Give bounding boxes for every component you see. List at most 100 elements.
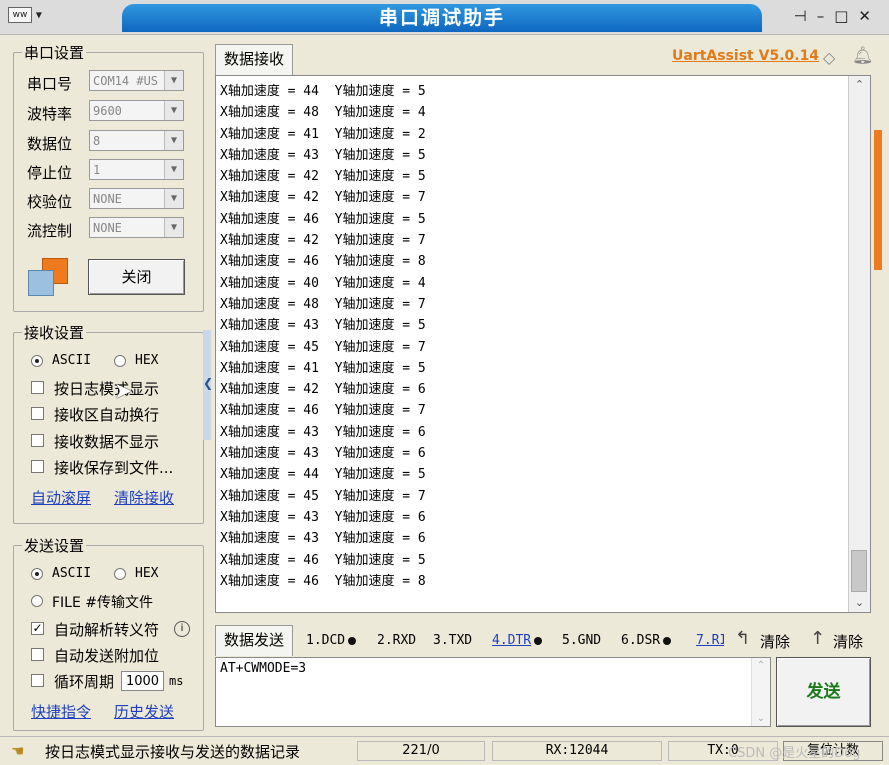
port-status-icon — [28, 258, 68, 298]
recv-hide-label: 接收数据不显示 — [54, 433, 160, 451]
receive-line: X轴加速度 = 43 Y轴加速度 = 6 — [220, 424, 426, 440]
recv-log-mode-checkbox[interactable] — [31, 381, 44, 394]
field-label-stopbits: 停止位 — [27, 164, 73, 182]
dcd-indicator-icon — [348, 636, 357, 645]
field-label-baud: 波特率 — [27, 105, 73, 123]
recv-wrap-label: 接收区自动换行 — [54, 406, 160, 424]
scroll-up-icon[interactable]: ⌃ — [752, 660, 770, 671]
recv-save-checkbox[interactable] — [31, 460, 44, 473]
send-file-label: FILE #传输文件 — [52, 595, 154, 611]
signal-dtr[interactable]: 4.DTR — [492, 633, 543, 648]
port-select[interactable]: COM14 #US ▼ — [89, 70, 184, 91]
send-settings-title: 发送设置 — [22, 535, 87, 556]
recv-hex-radio[interactable] — [114, 355, 126, 367]
chevron-down-icon: ▼ — [164, 218, 183, 237]
history-link[interactable]: 历史发送 — [114, 701, 174, 722]
close-icon[interactable]: ✕ — [858, 7, 881, 25]
dsr-indicator-icon — [663, 636, 672, 645]
signal-txd: 3.TXD — [433, 633, 473, 648]
info-icon[interactable]: i — [174, 621, 190, 637]
signal-dcd: 1.DCD — [306, 633, 357, 648]
maximize-icon[interactable]: □ — [834, 7, 858, 25]
send-file-radio[interactable] — [31, 595, 43, 607]
loop-period-checkbox[interactable] — [31, 674, 44, 687]
receive-line: X轴加速度 = 43 Y轴加速度 = 5 — [220, 318, 426, 334]
chevron-down-icon: ▼ — [164, 160, 183, 179]
clear-receive-link[interactable]: 清除接收 — [114, 487, 174, 508]
loop-period-label: 循环周期 — [54, 673, 115, 691]
signal-dtr-label: 4.DTR — [492, 633, 532, 648]
window-title: 串口调试助手 — [122, 4, 762, 32]
close-port-button[interactable]: 关闭 — [88, 259, 185, 295]
clear-up-icon: ↑ — [810, 628, 826, 649]
clear-send-button-2[interactable]: 清除 — [833, 631, 863, 652]
shortcuts-link[interactable]: 快捷指令 — [31, 701, 91, 722]
minimize-icon[interactable]: – — [817, 7, 835, 25]
receive-line: X轴加速度 = 48 Y轴加速度 = 7 — [220, 296, 426, 312]
receive-line: X轴加速度 = 41 Y轴加速度 = 5 — [220, 360, 426, 376]
clear-send-button-1[interactable]: 清除 — [760, 631, 790, 652]
send-scrollbar[interactable]: ⌃ ⌄ — [751, 658, 770, 726]
receive-line: X轴加速度 = 46 Y轴加速度 = 8 — [220, 254, 426, 270]
send-hex-radio[interactable] — [114, 568, 126, 580]
recv-wrap-checkbox[interactable] — [31, 407, 44, 420]
append-bits-checkbox[interactable] — [31, 648, 44, 661]
receive-line: X轴加速度 = 41 Y轴加速度 = 2 — [220, 126, 426, 142]
receive-line: X轴加速度 = 43 Y轴加速度 = 6 — [220, 531, 426, 547]
chevron-down-icon: ▾ — [35, 7, 42, 22]
auto-scroll-link[interactable]: 自动滚屏 — [31, 487, 91, 508]
send-input[interactable]: AT+CWMODE=3 ⌃ ⌄ — [215, 657, 771, 727]
pin-icon[interactable]: ⊣ — [794, 7, 817, 25]
receive-text: X轴加速度 = 44 Y轴加速度 = 5 X轴加速度 = 48 Y轴加速度 = 4… — [220, 81, 426, 592]
databits-value: 8 — [93, 134, 101, 148]
stopbits-value: 1 — [93, 163, 101, 177]
chevron-down-icon: ▼ — [164, 101, 183, 120]
side-accent-bar — [874, 130, 882, 270]
chevron-down-icon: ▼ — [164, 189, 183, 208]
parse-escape-checkbox[interactable]: ✓ — [31, 622, 44, 635]
bell-icon[interactable]: 🔔︎ — [852, 46, 874, 66]
port-value: COM14 #US — [93, 74, 159, 88]
chevron-down-icon: ▼ — [164, 71, 183, 90]
system-menu[interactable]: ww ▾ — [8, 7, 62, 25]
scroll-down-icon[interactable]: ⌄ — [752, 713, 770, 724]
receive-scrollbar[interactable]: ⌃ ⌄ — [848, 76, 870, 612]
receive-area[interactable]: X轴加速度 = 44 Y轴加速度 = 5 X轴加速度 = 48 Y轴加速度 = 4… — [215, 75, 871, 613]
recv-hide-checkbox[interactable] — [31, 434, 44, 447]
signal-gnd: 5.GND — [562, 633, 602, 648]
flow-value: NONE — [93, 221, 122, 235]
tab-data-receive[interactable]: 数据接收 — [215, 44, 293, 75]
receive-line: X轴加速度 = 46 Y轴加速度 = 5 — [220, 552, 426, 568]
serial-settings-title: 串口设置 — [22, 42, 87, 63]
diamond-icon[interactable]: ◇ — [823, 48, 835, 67]
scroll-thumb[interactable] — [851, 550, 867, 592]
parity-select[interactable]: NONE ▼ — [89, 188, 184, 209]
scroll-down-icon[interactable]: ⌄ — [849, 594, 870, 612]
receive-line: X轴加速度 = 44 Y轴加速度 = 5 — [220, 84, 426, 99]
watermark: CSDN @是火星的Dog — [728, 746, 861, 761]
receive-settings-title: 接收设置 — [22, 322, 87, 343]
send-ascii-radio[interactable] — [31, 568, 43, 580]
flow-select[interactable]: NONE ▼ — [89, 217, 184, 238]
field-label-flow: 流控制 — [27, 222, 73, 240]
databits-select[interactable]: 8 ▼ — [89, 130, 184, 151]
stopbits-select[interactable]: 1 ▼ — [89, 159, 184, 180]
panel-splitter[interactable]: ❮ — [203, 330, 213, 440]
receive-line: X轴加速度 = 42 Y轴加速度 = 7 — [220, 233, 426, 249]
status-message: 按日志模式显示接收与发送的数据记录 — [45, 743, 301, 761]
recv-hex-label: HEX — [135, 353, 159, 368]
parity-value: NONE — [93, 192, 122, 206]
brand-link[interactable]: UartAssist V5.0.14 — [672, 48, 819, 64]
period-input[interactable]: 1000 — [121, 671, 164, 691]
receive-line: X轴加速度 = 45 Y轴加速度 = 7 — [220, 488, 426, 504]
receive-line: X轴加速度 = 46 Y轴加速度 = 5 — [220, 211, 426, 227]
receive-line: X轴加速度 = 40 Y轴加速度 = 4 — [220, 275, 426, 291]
dtr-indicator-icon — [534, 636, 543, 645]
recv-ascii-radio[interactable] — [31, 355, 43, 367]
scroll-up-icon[interactable]: ⌃ — [849, 76, 870, 94]
signal-ri[interactable]: 7.RI — [696, 633, 724, 648]
baud-select[interactable]: 9600 ▼ — [89, 100, 184, 121]
receive-line: X轴加速度 = 45 Y轴加速度 = 7 — [220, 339, 426, 355]
tab-data-send[interactable]: 数据发送 — [215, 625, 293, 656]
send-button[interactable]: 发送 — [776, 657, 871, 727]
